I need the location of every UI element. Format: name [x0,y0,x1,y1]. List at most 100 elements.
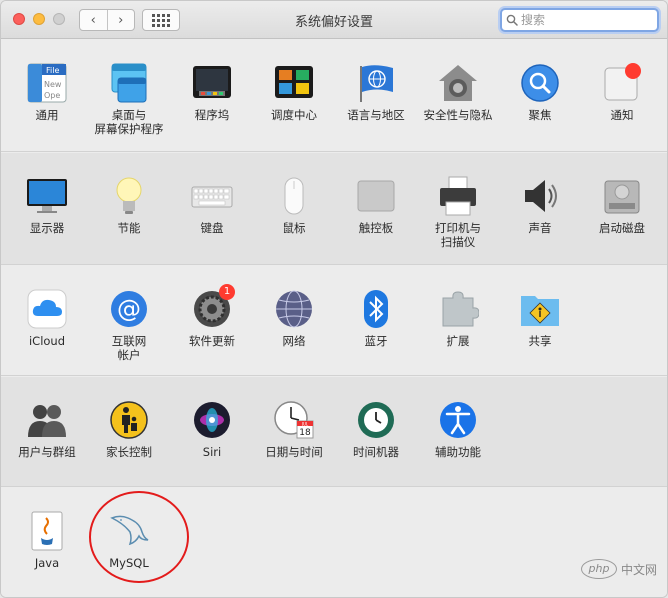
pref-users-groups[interactable]: 用户与群组 [6,399,88,459]
pref-label: 桌面与 屏幕保护程序 [94,108,164,136]
pref-label: 键盘 [200,221,224,235]
pref-label: 日期与时间 [265,445,323,459]
pref-parental-controls[interactable]: 家长控制 [88,399,170,459]
icloud-icon [26,288,68,330]
pref-mission-control[interactable]: 调度中心 [253,62,335,122]
pref-time-machine[interactable]: 时间机器 [335,399,417,459]
clock-calendar-icon: JUL 18 [273,399,315,441]
keyboard-icon [191,175,233,217]
watermark-logo: php [580,559,617,579]
pref-trackpad[interactable]: 触控板 [335,175,417,235]
pref-startup-disk[interactable]: 启动磁盘 [581,175,663,235]
java-icon [26,510,68,552]
pref-label: 网络 [282,334,306,348]
section-personal: File New Ope 通用 桌面与 屏幕保护程序 程序坞 调度中心 语言与地… [1,40,667,152]
time-machine-icon [355,399,397,441]
gear-icon: 1 [191,284,235,330]
pref-label: 语言与地区 [347,108,405,122]
svg-text:New: New [44,80,62,89]
system-preferences-window: ‹ › 系统偏好设置 搜索 File New Ope 通用 桌面与 屏幕保护程序… [0,0,668,598]
pref-language-region[interactable]: 语言与地区 [335,62,417,122]
siri-icon [191,399,233,441]
svg-text:Ope: Ope [44,91,60,100]
pref-icloud[interactable]: iCloud [6,288,88,348]
svg-text:@: @ [117,295,141,323]
pref-sharing[interactable]: 共享 [499,288,581,348]
network-globe-icon [273,288,315,330]
pref-software-update[interactable]: 1 软件更新 [171,284,253,348]
pref-label: 启动磁盘 [599,221,645,235]
pref-label: 鼠标 [282,221,306,235]
pref-label: 聚焦 [528,108,552,122]
toolbar: ‹ › 系统偏好设置 [1,1,667,39]
pref-security-privacy[interactable]: 安全性与隐私 [417,62,499,122]
dock-icon [191,62,233,104]
pref-accessibility[interactable]: 辅助功能 [417,399,499,459]
pref-network[interactable]: 网络 [253,288,335,348]
trackpad-icon [355,175,397,217]
pref-mouse[interactable]: 鼠标 [253,175,335,235]
pref-label: 调度中心 [271,108,317,122]
mouse-icon [273,175,315,217]
mission-control-icon [273,62,315,104]
pref-label: 节能 [117,221,141,235]
pref-label: 蓝牙 [364,334,388,348]
magnifier-icon [519,62,561,104]
svg-text:File: File [46,66,59,75]
pref-sound[interactable]: 声音 [499,175,581,235]
pref-spotlight[interactable]: 聚焦 [499,62,581,122]
section-internet-wireless: iCloud @ 互联网 帐户 1 软件更新 网络 蓝牙 扩展 共享 [1,266,667,376]
svg-text:18: 18 [299,428,311,438]
pref-printers-scanners[interactable]: 打印机与 扫描仪 [417,175,499,249]
pref-label: 通用 [35,108,59,122]
pref-bluetooth[interactable]: 蓝牙 [335,288,417,348]
lightbulb-icon [108,175,150,217]
pref-displays[interactable]: 显示器 [6,175,88,235]
section-hardware: 显示器 节能 键盘 鼠标 触控板 打印机与 扫描仪 声音 启动磁盘 [1,153,667,265]
svg-text:JUL: JUL [301,422,309,427]
parental-controls-icon [108,399,150,441]
globe-flag-icon [355,62,397,104]
pref-label: 程序坞 [194,108,230,122]
pref-label: 触控板 [358,221,394,235]
pref-label: 辅助功能 [435,445,481,459]
pref-desktop-screensaver[interactable]: 桌面与 屏幕保护程序 [88,62,170,136]
pref-label: 显示器 [29,221,65,235]
pref-siri[interactable]: Siri [171,399,253,459]
pref-date-time[interactable]: JUL 18 日期与时间 [253,399,335,459]
pref-label: 互联网 帐户 [111,334,147,362]
pref-label: 共享 [528,334,552,348]
pref-label: 家长控制 [106,445,152,459]
pref-dock[interactable]: 程序坞 [171,62,253,122]
pref-label: 打印机与 扫描仪 [435,221,481,249]
watermark: php 中文网 [580,559,657,579]
watermark-text: 中文网 [620,562,657,577]
pref-internet-accounts[interactable]: @ 互联网 帐户 [88,288,170,362]
pref-extensions[interactable]: 扩展 [417,288,499,348]
hard-disk-icon [601,175,643,217]
printer-icon [437,175,479,217]
pref-label: 用户与群组 [18,445,76,459]
pref-label: 安全性与隐私 [423,108,493,122]
pref-label: 声音 [528,221,552,235]
pref-keyboard[interactable]: 键盘 [171,175,253,235]
update-count-badge: 1 [219,284,235,300]
pref-label: Java [34,556,60,570]
puzzle-piece-icon [437,288,480,330]
pref-label: iCloud [28,334,66,348]
pref-energy-saver[interactable]: 节能 [88,175,170,235]
annotation-circle [89,491,189,583]
pref-java[interactable]: Java [6,510,88,570]
pref-label: Siri [202,445,222,459]
pref-general[interactable]: File New Ope 通用 [6,62,88,122]
search-input[interactable] [521,13,651,27]
house-lock-icon [437,62,479,104]
display-icon [26,175,68,217]
search-field[interactable] [500,8,659,32]
desktop-screensaver-icon [108,62,150,104]
pref-label: 扩展 [446,334,470,348]
users-icon [26,399,68,441]
general-icon: File New Ope [26,62,68,104]
pref-notifications[interactable]: 通知 [581,62,663,122]
speaker-icon [519,175,561,217]
